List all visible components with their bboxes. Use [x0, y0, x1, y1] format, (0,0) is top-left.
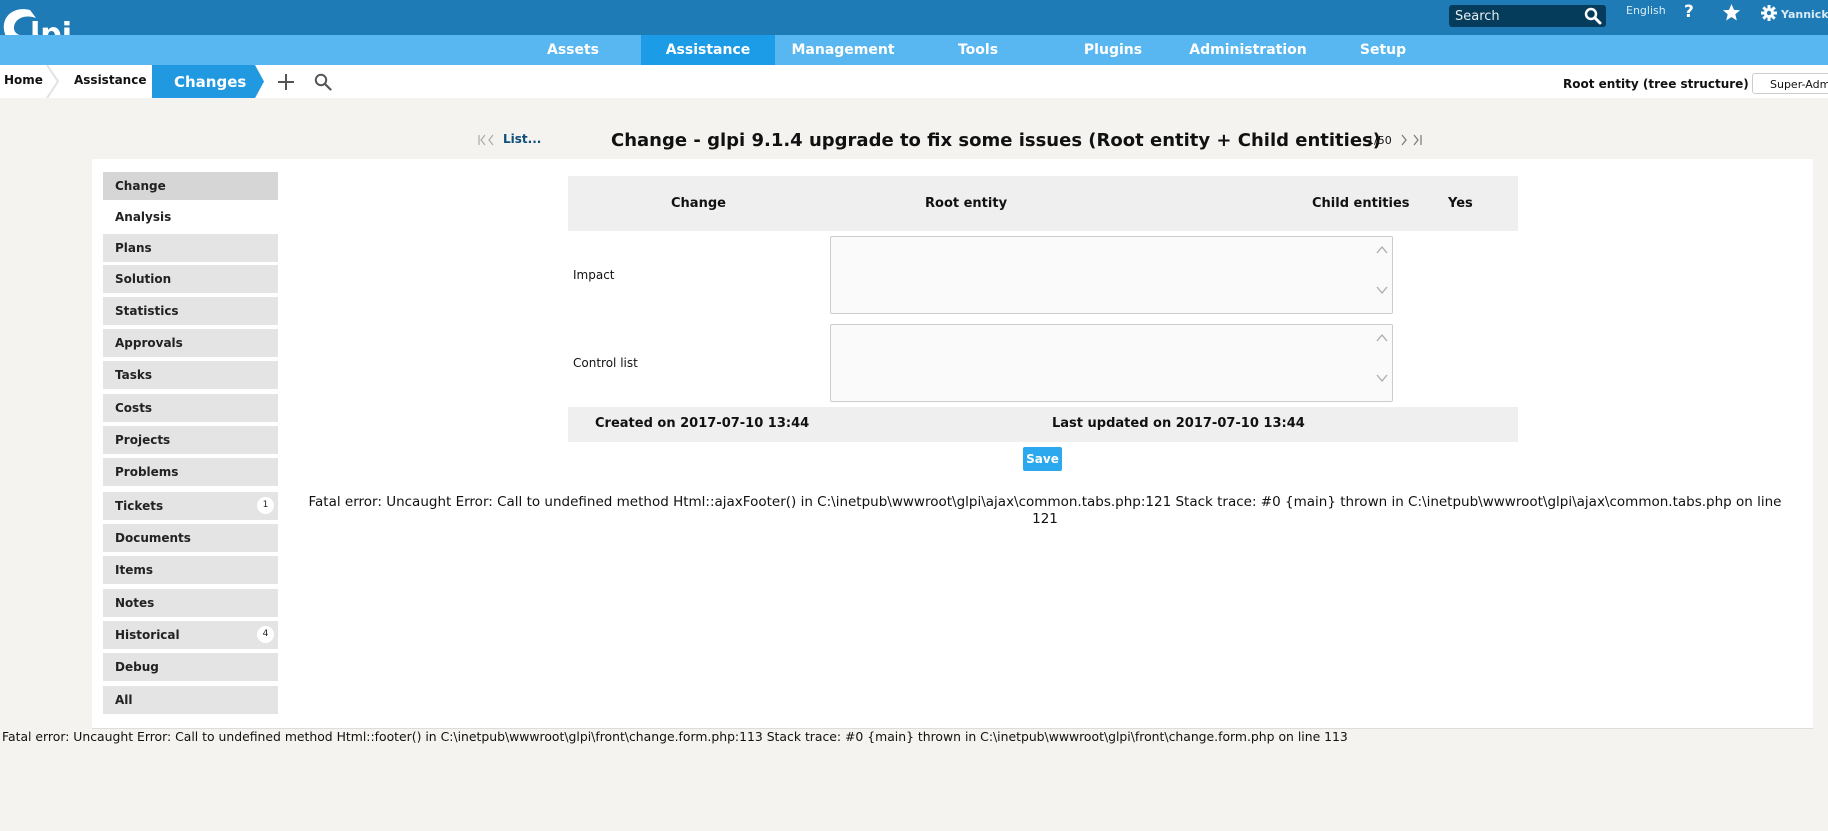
gear-icon[interactable]: [1761, 5, 1777, 21]
page-title: Change - glpi 9.1.4 upgrade to fix some …: [611, 130, 1381, 151]
tab-plans[interactable]: Plans: [103, 234, 278, 262]
breadcrumb-home[interactable]: Home: [4, 73, 43, 87]
ajax-error-message: Fatal error: Uncaught Error: Call to und…: [308, 494, 1782, 527]
active-entity-label[interactable]: Root entity (tree structure): [1563, 77, 1749, 91]
tab-problems[interactable]: Problems: [103, 458, 278, 486]
historical-count-badge: 4: [257, 626, 274, 643]
add-icon[interactable]: [276, 72, 296, 92]
tickets-count-badge: 1: [257, 497, 274, 514]
search-input[interactable]: [1451, 5, 1589, 27]
list-link[interactable]: List...: [503, 132, 541, 146]
scroll-arrows-icon[interactable]: [1375, 332, 1389, 392]
header-child-entities-label: Child entities: [1312, 196, 1410, 211]
tab-historical[interactable]: Historical 4: [103, 621, 278, 649]
impact-field[interactable]: [830, 236, 1393, 314]
language-link[interactable]: English: [1626, 4, 1666, 17]
header-entity: Root entity: [925, 196, 1008, 211]
profile-selector[interactable]: Super-Admin: [1752, 73, 1828, 94]
tab-tickets[interactable]: Tickets 1: [103, 492, 278, 520]
menu-plugins[interactable]: Plugins: [1046, 35, 1180, 65]
menu-administration[interactable]: Administration: [1181, 35, 1315, 65]
user-link[interactable]: Yannick: [1781, 8, 1828, 21]
menu-tools[interactable]: Tools: [911, 35, 1045, 65]
breadcrumb-current-label: Changes: [174, 73, 247, 91]
impact-label: Impact: [573, 268, 615, 282]
tab-analysis[interactable]: Analysis: [103, 203, 278, 231]
menu-management[interactable]: Management: [776, 35, 910, 65]
tab-notes[interactable]: Notes: [103, 589, 278, 617]
breadcrumb-separator: [46, 65, 60, 98]
save-button[interactable]: Save: [1023, 447, 1062, 471]
tab-all[interactable]: All: [103, 686, 278, 714]
control-list-label: Control list: [573, 356, 638, 370]
header-type: Change: [671, 196, 726, 211]
menu-assistance[interactable]: Assistance: [641, 35, 775, 65]
next-last-icon[interactable]: [1398, 132, 1428, 148]
tab-items[interactable]: Items: [103, 556, 278, 584]
menu-setup[interactable]: Setup: [1316, 35, 1450, 65]
star-icon[interactable]: [1722, 3, 1741, 22]
breadcrumb-assistance[interactable]: Assistance: [74, 73, 146, 87]
tab-documents[interactable]: Documents: [103, 524, 278, 552]
scroll-arrows-icon[interactable]: [1375, 244, 1389, 304]
tab-approvals[interactable]: Approvals: [103, 329, 278, 357]
tab-tasks[interactable]: Tasks: [103, 361, 278, 389]
tab-projects[interactable]: Projects: [103, 426, 278, 454]
breadcrumb: [0, 65, 1828, 98]
menu-assets[interactable]: Assets: [506, 35, 640, 65]
page-error-message: Fatal error: Uncaught Error: Call to und…: [2, 729, 1348, 744]
tab-statistics[interactable]: Statistics: [103, 297, 278, 325]
first-item-icon[interactable]: [477, 132, 497, 148]
item-counter: 1/50: [1367, 134, 1392, 147]
tab-change[interactable]: Change: [103, 172, 278, 200]
breadcrumb-changes[interactable]: Changes: [152, 65, 264, 98]
tab-solution[interactable]: Solution: [103, 265, 278, 293]
tab-costs[interactable]: Costs: [103, 394, 278, 422]
header-child-entities-value: Yes: [1448, 196, 1473, 211]
created-date: Created on 2017-07-10 13:44: [595, 416, 810, 431]
search-field[interactable]: [1449, 5, 1606, 27]
updated-date: Last updated on 2017-07-10 13:44: [1052, 416, 1305, 431]
help-icon[interactable]: ?: [1684, 2, 1694, 22]
tab-debug[interactable]: Debug: [103, 653, 278, 681]
search-icon[interactable]: [1584, 7, 1602, 25]
search-icon[interactable]: [314, 73, 332, 91]
control-list-field[interactable]: [830, 324, 1393, 402]
